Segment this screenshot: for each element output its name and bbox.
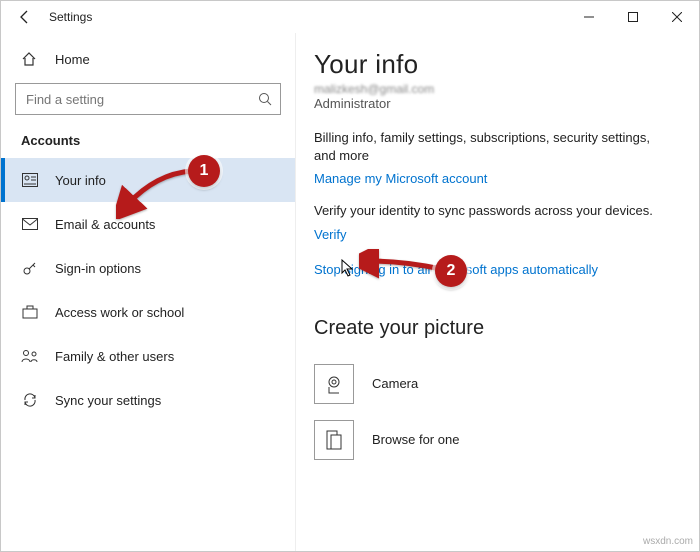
account-role: Administrator: [314, 96, 671, 111]
window-controls: [567, 1, 699, 33]
sidebar-home[interactable]: Home: [1, 43, 295, 75]
sidebar-item-access-work-school[interactable]: Access work or school: [1, 290, 295, 334]
account-email: malizkesh@gmail.com: [314, 82, 671, 96]
back-button[interactable]: [15, 7, 35, 27]
browse-icon: [314, 420, 354, 460]
content-pane: Your info malizkesh@gmail.com Administra…: [296, 33, 699, 551]
page-heading: Your info: [314, 49, 671, 80]
billing-description: Billing info, family settings, subscript…: [314, 129, 671, 165]
search-box[interactable]: [15, 83, 281, 115]
mail-icon: [21, 218, 39, 230]
stop-signing-link[interactable]: Stop signing in to all Microsoft apps au…: [314, 262, 598, 277]
camera-option[interactable]: Camera: [314, 356, 671, 412]
browse-option[interactable]: Browse for one: [314, 412, 671, 468]
home-icon: [21, 51, 39, 67]
sidebar-item-label: Access work or school: [55, 305, 184, 320]
sync-icon: [21, 392, 39, 408]
key-icon: [21, 260, 39, 276]
sidebar-home-label: Home: [55, 52, 90, 67]
manage-account-link[interactable]: Manage my Microsoft account: [314, 171, 487, 186]
watermark: wsxdn.com: [643, 536, 693, 547]
verify-description: Verify your identity to sync passwords a…: [314, 202, 671, 220]
settings-window: Settings Home Accounts: [0, 0, 700, 552]
sidebar-item-email-accounts[interactable]: Email & accounts: [1, 202, 295, 246]
maximize-button[interactable]: [611, 1, 655, 33]
sidebar-item-family-users[interactable]: Family & other users: [1, 334, 295, 378]
sidebar: Home Accounts Your info Email & acco: [1, 33, 296, 551]
person-card-icon: [21, 173, 39, 187]
sidebar-item-sync-settings[interactable]: Sync your settings: [1, 378, 295, 422]
minimize-button[interactable]: [567, 1, 611, 33]
titlebar: Settings: [1, 1, 699, 33]
people-icon: [21, 349, 39, 363]
briefcase-icon: [21, 305, 39, 319]
browse-label: Browse for one: [372, 432, 459, 447]
camera-label: Camera: [372, 376, 418, 391]
picture-heading: Create your picture: [314, 317, 671, 340]
search-input[interactable]: [24, 91, 258, 108]
sidebar-item-label: Email & accounts: [55, 217, 155, 232]
window-title: Settings: [49, 10, 92, 24]
search-icon: [258, 92, 272, 106]
camera-icon: [314, 364, 354, 404]
sidebar-item-label: Your info: [55, 173, 106, 188]
sidebar-item-your-info[interactable]: Your info: [1, 158, 295, 202]
sidebar-section-header: Accounts: [1, 133, 295, 158]
verify-link[interactable]: Verify: [314, 227, 347, 242]
sidebar-item-signin-options[interactable]: Sign-in options: [1, 246, 295, 290]
sidebar-item-label: Sign-in options: [55, 261, 141, 276]
close-button[interactable]: [655, 1, 699, 33]
sidebar-item-label: Sync your settings: [55, 393, 161, 408]
sidebar-item-label: Family & other users: [55, 349, 174, 364]
